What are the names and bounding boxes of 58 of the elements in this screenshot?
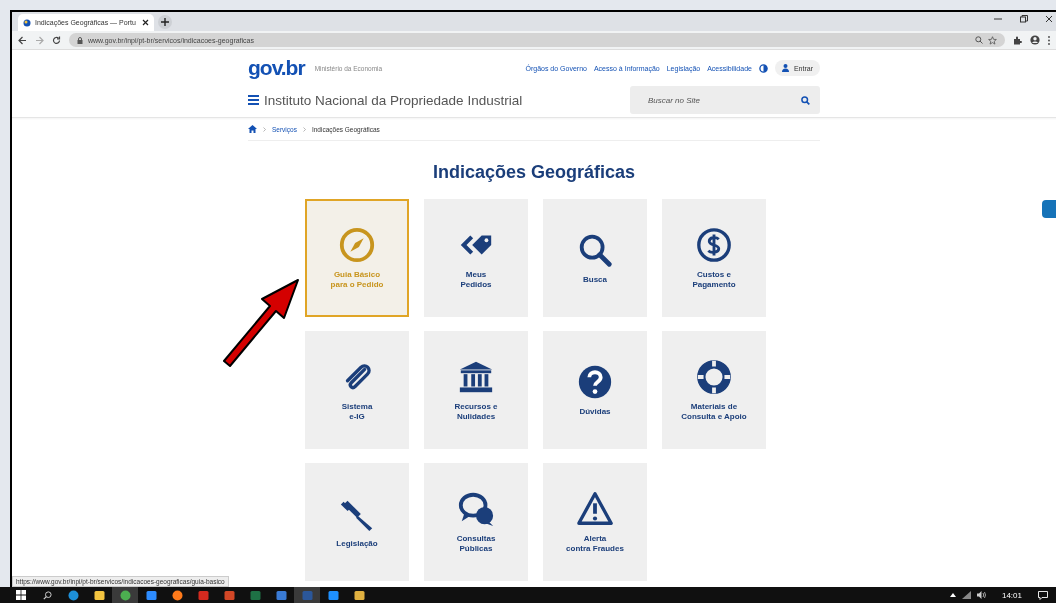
site-logo[interactable]: gov.br (248, 56, 305, 80)
accessibility-widget[interactable] (1042, 200, 1056, 218)
search-icon[interactable] (801, 96, 810, 105)
service-tile[interactable]: Recursos e Nulidades (424, 331, 528, 449)
app-icon (67, 589, 79, 601)
service-tile[interactable]: Alerta contra Fraudes (543, 463, 647, 581)
home-icon[interactable] (248, 125, 257, 133)
app-icon (301, 589, 313, 601)
service-tile[interactable]: Busca (543, 199, 647, 317)
chevron-icon (263, 126, 266, 132)
site-title: Instituto Nacional da Propriedade Industrial (264, 92, 523, 108)
page-heading: Indicações Geográficas (431, 162, 637, 183)
user-icon (781, 64, 789, 72)
minimize-icon[interactable] (994, 15, 1002, 23)
reload-icon[interactable] (52, 35, 61, 45)
zoom-icon[interactable] (975, 36, 983, 44)
app-icon (223, 589, 235, 601)
menu-icon[interactable] (248, 95, 259, 105)
site-icon (23, 18, 31, 27)
app-icon (275, 589, 287, 601)
profile-icon[interactable] (1030, 35, 1040, 45)
contrast-icon[interactable] (758, 63, 768, 73)
compass-icon (338, 225, 376, 264)
star-icon[interactable] (988, 35, 997, 45)
app-icon (197, 589, 209, 601)
caret-icon[interactable] (949, 593, 956, 597)
app-icon (119, 589, 131, 601)
close-icon[interactable] (1046, 15, 1052, 23)
restore-icon[interactable] (1020, 15, 1028, 23)
clock-time[interactable]: 14:01 (1001, 590, 1022, 600)
dollar-icon (695, 225, 733, 264)
app-icon (353, 589, 365, 601)
warning-icon (576, 489, 614, 528)
search-field[interactable]: Buscar no Site (630, 86, 820, 114)
new-tab-button[interactable] (158, 15, 172, 29)
service-tile[interactable]: Consultas Públicas (424, 463, 528, 581)
lifebuoy-icon (695, 357, 733, 396)
close-icon[interactable] (142, 19, 149, 26)
lock-icon (77, 36, 83, 44)
app-icon (171, 589, 183, 601)
network-icon[interactable] (961, 591, 971, 599)
app-icon (145, 589, 157, 601)
service-tile[interactable]: Dúvidas (543, 331, 647, 449)
windows-icon[interactable] (16, 590, 26, 600)
service-tile[interactable]: Legislação (305, 463, 409, 581)
app-icon (93, 589, 105, 601)
app-icon (327, 589, 339, 601)
volume-icon[interactable] (976, 591, 986, 599)
back-icon[interactable] (18, 35, 27, 45)
service-tile[interactable]: Materiais de Consulta e Apoio (662, 331, 766, 449)
service-tile[interactable]: Meus Pedidos (424, 199, 528, 317)
search-icon[interactable] (42, 590, 52, 600)
chevron-icon (302, 126, 306, 132)
service-tile[interactable]: Custos e Pagamento (662, 199, 766, 317)
app-icon (249, 589, 261, 601)
puzzle-icon[interactable] (1013, 35, 1022, 45)
notification-icon[interactable] (1038, 590, 1048, 600)
service-tile[interactable]: Sistema e-IG (305, 331, 409, 449)
